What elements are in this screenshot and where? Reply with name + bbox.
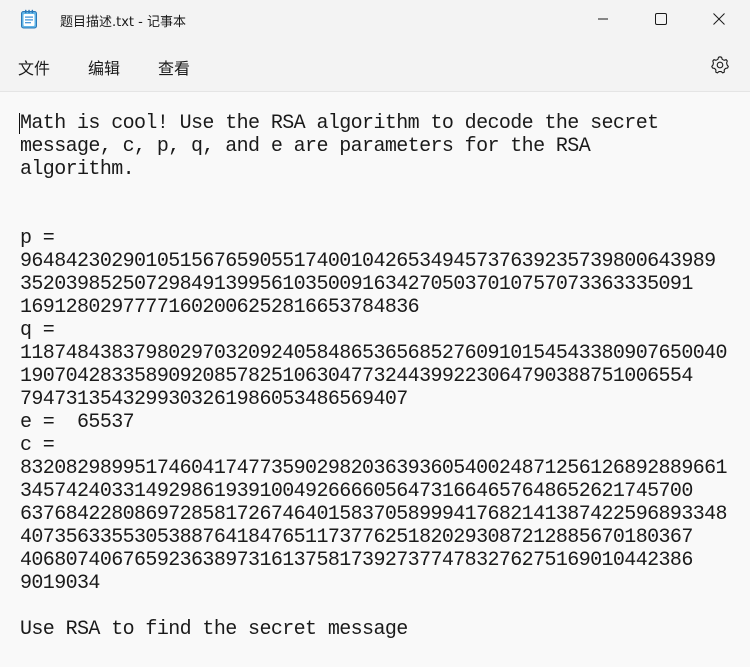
gear-icon bbox=[711, 56, 729, 74]
minimize-icon bbox=[598, 18, 608, 20]
text-caret bbox=[19, 113, 20, 134]
window-title: 题目描述.txt - 记事本 bbox=[60, 15, 186, 30]
text-editor[interactable]: Math is cool! Use the RSA algorithm to d… bbox=[0, 92, 750, 667]
maximize-button[interactable] bbox=[632, 0, 690, 38]
notepad-icon bbox=[21, 9, 37, 29]
close-icon bbox=[713, 13, 725, 25]
menu-bar: 文件 编辑 查看 bbox=[0, 38, 750, 92]
document-text[interactable]: Math is cool! Use the RSA algorithm to d… bbox=[20, 112, 742, 641]
notepad-window: 题目描述.txt - 记事本 文件 编辑 查看 Math is cool! Us… bbox=[0, 0, 750, 667]
maximize-icon bbox=[655, 13, 667, 25]
minimize-button[interactable] bbox=[574, 0, 632, 38]
menu-file[interactable]: 文件 bbox=[18, 55, 50, 79]
settings-button[interactable] bbox=[710, 55, 730, 75]
title-bar[interactable]: 题目描述.txt - 记事本 bbox=[0, 0, 750, 38]
close-button[interactable] bbox=[690, 0, 748, 38]
menu-edit[interactable]: 编辑 bbox=[88, 55, 120, 79]
menu-view[interactable]: 查看 bbox=[158, 55, 190, 79]
